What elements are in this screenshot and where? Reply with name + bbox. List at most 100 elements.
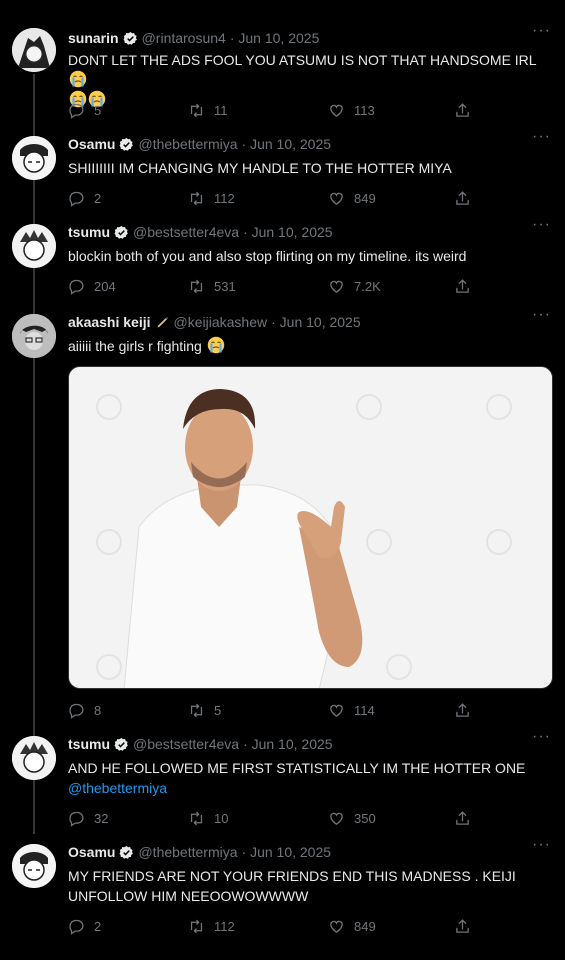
avatar[interactable] (12, 28, 56, 72)
share-icon (454, 190, 471, 207)
display-name[interactable]: akaashi keiji (68, 314, 151, 330)
tweet-actions: 2 112 849 (68, 916, 488, 936)
retweet-icon (188, 102, 205, 119)
avatar[interactable] (12, 736, 56, 780)
heart-icon (328, 102, 345, 119)
more-options-icon[interactable]: ··· (532, 836, 551, 854)
tweet-actions: 8 5 114 (68, 700, 488, 720)
share-icon (454, 102, 471, 119)
retweet-icon (188, 190, 205, 207)
retweet-button[interactable]: 11 (188, 100, 228, 120)
heart-icon (328, 278, 345, 295)
tweet-text-line: MY FRIENDS ARE NOT YOUR FRIENDS END THIS… (68, 868, 516, 884)
reply-button[interactable]: 32 (68, 808, 108, 828)
display-name[interactable]: Osamu (68, 136, 115, 152)
like-button[interactable]: 849 (328, 188, 376, 208)
reply-icon (68, 702, 85, 719)
pen-icon (157, 316, 168, 327)
reply-icon (68, 918, 85, 935)
user-handle[interactable]: @thebettermiya (138, 136, 237, 152)
tweet-date[interactable]: · Jun 10, 2025 (230, 30, 320, 46)
retweet-button[interactable]: 5 (188, 700, 221, 720)
reply-button[interactable]: 5 (68, 100, 101, 120)
retweet-icon (188, 702, 205, 719)
tweet-header: tsumu @bestsetter4eva · Jun 10, 2025 (68, 222, 333, 242)
mention-link[interactable]: @thebettermiya (68, 780, 167, 796)
reply-button[interactable]: 2 (68, 188, 101, 208)
like-button[interactable]: 849 (328, 916, 376, 936)
display-name[interactable]: tsumu (68, 736, 110, 752)
user-handle[interactable]: @keijiakashew (174, 314, 268, 330)
tweet-date[interactable]: · Jun 10, 2025 (243, 736, 333, 752)
share-icon (454, 702, 471, 719)
avatar[interactable] (12, 844, 56, 888)
retweet-count: 10 (214, 810, 229, 826)
share-icon (454, 278, 471, 295)
attached-photo[interactable] (68, 366, 553, 689)
tweet-date[interactable]: · Jun 10, 2025 (242, 136, 332, 152)
user-handle[interactable]: @bestsetter4eva (133, 736, 239, 752)
heart-icon (328, 702, 345, 719)
tweet-header: Osamu @thebettermiya · Jun 10, 2025 (68, 842, 331, 862)
like-count: 849 (354, 918, 376, 934)
avatar[interactable] (12, 136, 56, 180)
user-handle[interactable]: @thebettermiya (138, 844, 237, 860)
display-name[interactable]: tsumu (68, 224, 110, 240)
user-handle[interactable]: @rintarosun4 (142, 30, 226, 46)
tweet-header: tsumu @bestsetter4eva · Jun 10, 2025 (68, 734, 333, 754)
retweet-count: 5 (214, 702, 222, 718)
reply-button[interactable]: 8 (68, 700, 101, 720)
reply-count: 32 (94, 810, 109, 826)
share-button[interactable] (454, 188, 480, 208)
verified-badge-icon (123, 31, 138, 46)
tweet-text: aiiiii the girls r fighting (68, 336, 548, 356)
tweet-text: MY FRIENDS ARE NOT YOUR FRIENDS END THIS… (68, 866, 548, 906)
like-count: 7.2K (354, 278, 381, 294)
tweet-date[interactable]: · Jun 10, 2025 (271, 314, 361, 330)
share-icon (454, 918, 471, 935)
tweet-date[interactable]: · Jun 10, 2025 (242, 844, 332, 860)
more-options-icon[interactable]: ··· (532, 128, 551, 146)
reply-count: 5 (94, 102, 102, 118)
verified-badge-icon (114, 225, 129, 240)
like-button[interactable]: 350 (328, 808, 376, 828)
share-button[interactable] (454, 808, 480, 828)
reply-count: 2 (94, 190, 102, 206)
tweet-actions: 5 11 113 (68, 100, 488, 120)
tweet-header: akaashi keiji @keijiakashew · Jun 10, 20… (68, 312, 361, 332)
tweet-header: sunarin @rintarosun4 · Jun 10, 2025 (68, 28, 319, 48)
tweet-date[interactable]: · Jun 10, 2025 (243, 224, 333, 240)
retweet-button[interactable]: 531 (188, 276, 236, 296)
share-button[interactable] (454, 916, 480, 936)
more-options-icon[interactable]: ··· (532, 728, 551, 746)
tweet-text: blockin both of you and also stop flirti… (68, 248, 467, 264)
user-handle[interactable]: @bestsetter4eva (133, 224, 239, 240)
avatar[interactable] (12, 224, 56, 268)
reply-button[interactable]: 2 (68, 916, 101, 936)
like-button[interactable]: 114 (328, 700, 375, 720)
verified-badge-icon (119, 845, 134, 860)
more-options-icon[interactable]: ··· (532, 216, 551, 234)
share-button[interactable] (454, 100, 480, 120)
reply-button[interactable]: 204 (68, 276, 116, 296)
tweet-text: SHIIIIIII IM CHANGING MY HANDLE TO THE H… (68, 160, 452, 176)
like-count: 113 (354, 102, 375, 118)
retweet-count: 112 (214, 918, 235, 934)
retweet-button[interactable]: 112 (188, 188, 235, 208)
retweet-icon (188, 278, 205, 295)
retweet-button[interactable]: 10 (188, 808, 228, 828)
display-name[interactable]: Osamu (68, 844, 115, 860)
thread-line (33, 74, 35, 834)
more-options-icon[interactable]: ··· (532, 306, 551, 324)
display-name[interactable]: sunarin (68, 30, 119, 46)
share-button[interactable] (454, 276, 480, 296)
share-button[interactable] (454, 700, 480, 720)
more-options-icon[interactable]: ··· (532, 22, 551, 40)
retweet-button[interactable]: 112 (188, 916, 235, 936)
like-button[interactable]: 113 (328, 100, 375, 120)
avatar[interactable] (12, 314, 56, 358)
reply-count: 2 (94, 918, 102, 934)
like-button[interactable]: 7.2K (328, 276, 381, 296)
like-count: 849 (354, 190, 376, 206)
like-count: 114 (354, 702, 375, 718)
